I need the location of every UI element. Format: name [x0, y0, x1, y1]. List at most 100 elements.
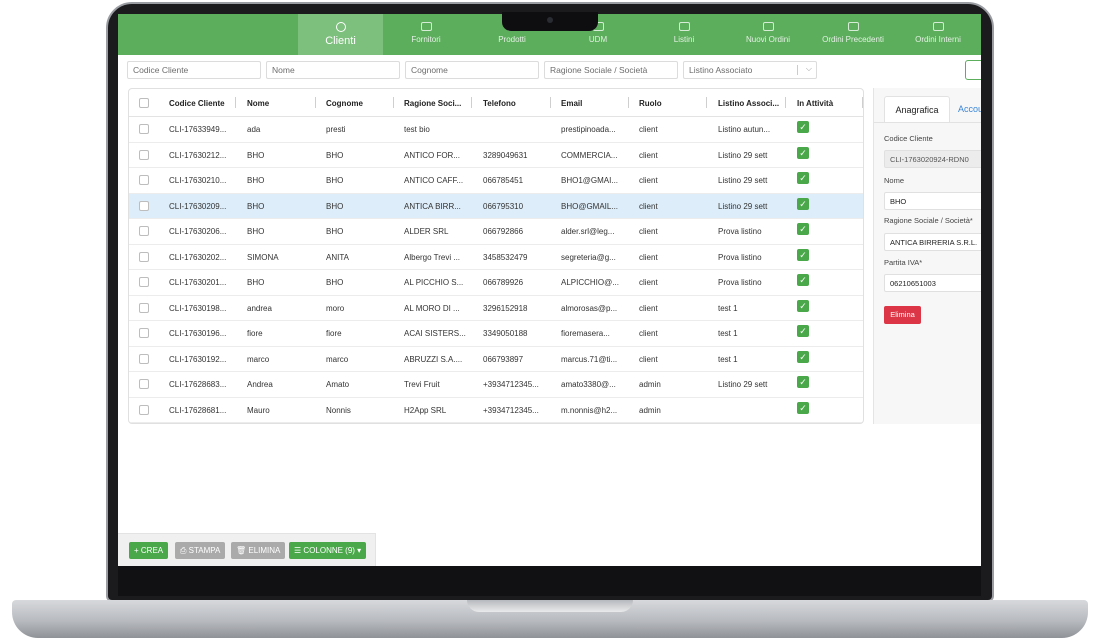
- header-listino[interactable]: Listino Associ...: [718, 99, 779, 108]
- table-row[interactable]: CLI-17630210... BHO BHO ANTICO CAFF... 06678…: [129, 168, 863, 194]
- cell-email: COMMERCIA...: [561, 150, 618, 160]
- colonne-button[interactable]: ☰ COLONNE (9) ▾: [289, 542, 367, 559]
- nav-clienti[interactable]: Clienti: [298, 14, 383, 55]
- stampa-button[interactable]: ⎙ STAMPA: [175, 542, 226, 559]
- cell-codice: CLI-17630209...: [169, 201, 227, 211]
- header-in-attivita[interactable]: In Attività: [797, 99, 833, 108]
- row-checkbox[interactable]: [139, 379, 149, 389]
- active-checkbox-icon[interactable]: ✓: [797, 121, 809, 133]
- row-checkbox[interactable]: [139, 226, 149, 236]
- row-checkbox[interactable]: [139, 328, 149, 338]
- row-checkbox[interactable]: [139, 175, 149, 185]
- cell-telefono: 3458532479: [483, 252, 528, 262]
- active-checkbox-icon[interactable]: ✓: [797, 350, 809, 363]
- table-row[interactable]: CLI-17630206... BHO BHO ALDER SRL 066792866 a…: [129, 219, 863, 245]
- bottom-toolbar: + CREA ⎙ STAMPA 🗑 ELIMINA ☰ COLONNE (9) …: [118, 533, 376, 566]
- cell-listino: Prova listino: [718, 252, 762, 262]
- table-row[interactable]: CLI-17628681... Mauro Nonnis H2App SRL +3934…: [129, 398, 863, 423]
- active-checkbox-icon[interactable]: ✓: [797, 248, 809, 261]
- table-row[interactable]: CLI-17630201... BHO BHO AL PICCHIO S... 0667…: [129, 270, 863, 296]
- tab-anagrafica[interactable]: Anagrafica: [884, 96, 950, 122]
- row-checkbox[interactable]: [139, 251, 149, 262]
- cell-email: BHO1@GMAI...: [561, 176, 619, 185]
- cell-nome: BHO: [247, 176, 265, 185]
- elimina-bulk-button[interactable]: 🗑 ELIMINA: [231, 542, 286, 559]
- table-row[interactable]: CLI-17630196... fiore fiore ACAI SISTERS...…: [129, 321, 863, 347]
- column-divider[interactable]: [550, 97, 551, 108]
- active-checkbox-icon[interactable]: ✓: [797, 197, 809, 210]
- select-all-checkbox[interactable]: [139, 98, 149, 108]
- row-checkbox[interactable]: [139, 200, 149, 211]
- header-codice-cliente[interactable]: Codice Cliente: [169, 99, 225, 108]
- table-row[interactable]: CLI-17630202... SIMONA ANITA Albergo Trevi …: [129, 245, 863, 270]
- elimina-button[interactable]: Elimina: [884, 306, 921, 324]
- cell-telefono: 3349050188: [483, 329, 528, 338]
- header-cognome[interactable]: Cognome: [326, 99, 363, 108]
- active-checkbox-icon[interactable]: ✓: [797, 299, 809, 312]
- cell-email: amato3380@...: [561, 380, 616, 389]
- column-divider[interactable]: [628, 97, 629, 108]
- row-checkbox[interactable]: [139, 404, 149, 415]
- crea-button[interactable]: + CREA: [129, 542, 169, 559]
- tab-account[interactable]: Accou: [958, 96, 981, 122]
- cell-email: fioremasera...: [561, 329, 610, 338]
- table-row[interactable]: CLI-17630198... andrea moro AL MORO DI ... 3…: [129, 296, 863, 321]
- nome-field[interactable]: BHO: [884, 192, 981, 210]
- nav-ordini-interni[interactable]: Ordini Interni: [898, 14, 978, 55]
- nav-listini[interactable]: Listini: [644, 14, 724, 55]
- header-telefono[interactable]: Telefono: [483, 99, 516, 108]
- column-divider[interactable]: [471, 97, 472, 108]
- cell-listino: test 1: [718, 329, 738, 338]
- cell-ragione: ANTICO CAFF...: [404, 176, 464, 185]
- nav-ordini-precedenti[interactable]: Ordini Precedenti: [811, 14, 895, 55]
- table-row[interactable]: CLI-17630209... BHO BHO ANTICA BIRR... 06679…: [129, 193, 863, 219]
- table-row[interactable]: CLI-17630212... BHO BHO ANTICO FOR... 328904…: [129, 143, 863, 168]
- column-divider[interactable]: [235, 97, 236, 108]
- nav-nuovi-ordini[interactable]: Nuovi Ordini: [728, 14, 808, 55]
- select-divider: [797, 65, 798, 75]
- table-row[interactable]: CLI-17630192... marco marco ABRUZZI S.A....…: [129, 347, 863, 372]
- active-checkbox-icon[interactable]: ✓: [797, 172, 809, 184]
- table-row[interactable]: CLI-17628683... Andrea Amato Trevi Fruit +39…: [129, 372, 863, 398]
- active-checkbox-icon[interactable]: ✓: [797, 146, 809, 159]
- nav-fornitori[interactable]: Fornitori: [386, 14, 466, 55]
- filter-placeholder: Ragione Sociale / Società: [550, 65, 648, 75]
- filter-listino-select[interactable]: Listino Associato ⌵: [683, 61, 817, 79]
- table-header: Codice Cliente Nome Cognome Ragione Soci…: [129, 89, 863, 117]
- partita-iva-field[interactable]: 06210651003: [884, 274, 981, 292]
- filter-nome[interactable]: Nome: [266, 61, 400, 79]
- active-checkbox-icon[interactable]: ✓: [797, 274, 809, 286]
- row-checkbox[interactable]: [139, 302, 149, 313]
- row-checkbox[interactable]: [139, 124, 149, 134]
- column-divider[interactable]: [393, 97, 394, 108]
- filter-codice-cliente[interactable]: Codice Cliente: [127, 61, 261, 79]
- filter-cognome[interactable]: Cognome: [405, 61, 539, 79]
- nav-label: Listini: [673, 35, 695, 44]
- cell-ragione: ABRUZZI S.A....: [404, 354, 463, 364]
- cell-nome: BHO: [247, 278, 265, 287]
- cell-cognome: BHO: [326, 150, 344, 160]
- active-checkbox-icon[interactable]: ✓: [797, 376, 809, 388]
- cell-ragione: test bio: [404, 125, 430, 134]
- cell-ragione: ANTICO FOR...: [404, 150, 460, 160]
- filter-placeholder: Nome: [272, 65, 295, 75]
- column-divider[interactable]: [862, 97, 863, 108]
- row-checkbox[interactable]: [139, 353, 149, 364]
- row-checkbox[interactable]: [139, 149, 149, 160]
- table-row[interactable]: CLI-17633949... ada presti test bio prestipi…: [129, 117, 863, 143]
- active-checkbox-icon[interactable]: ✓: [797, 223, 809, 235]
- filter-ragione-sociale[interactable]: Ragione Sociale / Società: [544, 61, 678, 79]
- screen-bezel: [118, 566, 981, 596]
- active-checkbox-icon[interactable]: ✓: [797, 401, 809, 414]
- header-ruolo[interactable]: Ruolo: [639, 99, 662, 108]
- column-divider[interactable]: [315, 97, 316, 108]
- column-divider[interactable]: [785, 97, 786, 108]
- header-ragione-sociale[interactable]: Ragione Soci...: [404, 99, 461, 108]
- header-email[interactable]: Email: [561, 99, 582, 108]
- ragione-sociale-field[interactable]: ANTICA BIRRERIA S.R.L.: [884, 233, 981, 251]
- row-checkbox[interactable]: [139, 277, 149, 287]
- header-nome[interactable]: Nome: [247, 99, 269, 108]
- active-checkbox-icon[interactable]: ✓: [797, 325, 809, 337]
- column-divider[interactable]: [706, 97, 707, 108]
- filter-action-button[interactable]: [965, 60, 981, 80]
